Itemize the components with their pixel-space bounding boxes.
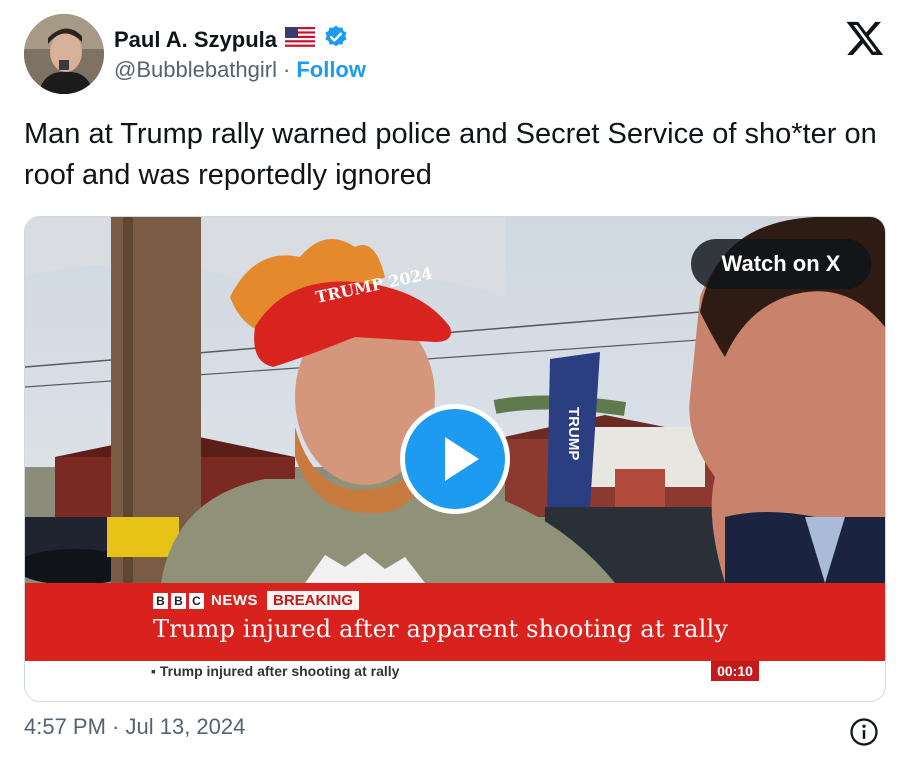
bbc-logo-letter: B xyxy=(171,592,186,609)
bbc-logo-letter: B xyxy=(153,592,168,609)
ticker-text: ▪ Trump injured after shooting at rally xyxy=(151,663,400,679)
bbc-logo-letter: C xyxy=(189,592,204,609)
news-label: NEWS xyxy=(211,592,258,609)
flag-banner-text: TRUMP xyxy=(565,407,582,460)
info-icon[interactable] xyxy=(849,717,879,747)
news-lower-third: B B C NEWS BREAKING Trump injured after … xyxy=(25,583,885,661)
tweet-timestamp[interactable]: 4:57 PM · Jul 13, 2024 xyxy=(24,714,245,740)
play-button[interactable] xyxy=(400,404,510,514)
tweet-footer: 4:57 PM · Jul 13, 2024 xyxy=(24,714,889,750)
news-ticker: ▪ Trump injured after shooting at rally … xyxy=(25,661,885,701)
breaking-badge: BREAKING xyxy=(267,591,360,610)
handle-row: @Bubblebathgirl · Follow xyxy=(114,57,366,83)
separator: · xyxy=(283,57,291,82)
play-icon xyxy=(445,437,479,481)
follow-button[interactable]: Follow xyxy=(296,57,366,83)
watch-on-x-button[interactable]: Watch on X xyxy=(691,239,871,289)
news-headline: Trump injured after apparent shooting at… xyxy=(153,615,729,643)
author-name-row: Paul A. Szypula xyxy=(114,24,349,55)
author-name[interactable]: Paul A. Szypula xyxy=(114,27,277,53)
news-clock: 00:10 xyxy=(711,661,759,681)
us-flag-icon xyxy=(284,26,316,52)
author-handle[interactable]: @Bubblebathgirl xyxy=(114,57,277,83)
avatar[interactable] xyxy=(24,14,104,94)
video-card[interactable]: TRUMP TRUMP 2024 Watch on X B B C NEWS B… xyxy=(24,216,886,702)
bbc-news-row: B B C NEWS BREAKING xyxy=(153,591,360,610)
verified-badge-icon xyxy=(323,24,349,55)
x-logo-icon[interactable] xyxy=(845,18,885,58)
tweet-header: Paul A. Szypula @Bubblebathgirl · Follow xyxy=(24,14,889,98)
tweet-text: Man at Trump rally warned police and Sec… xyxy=(24,118,877,191)
